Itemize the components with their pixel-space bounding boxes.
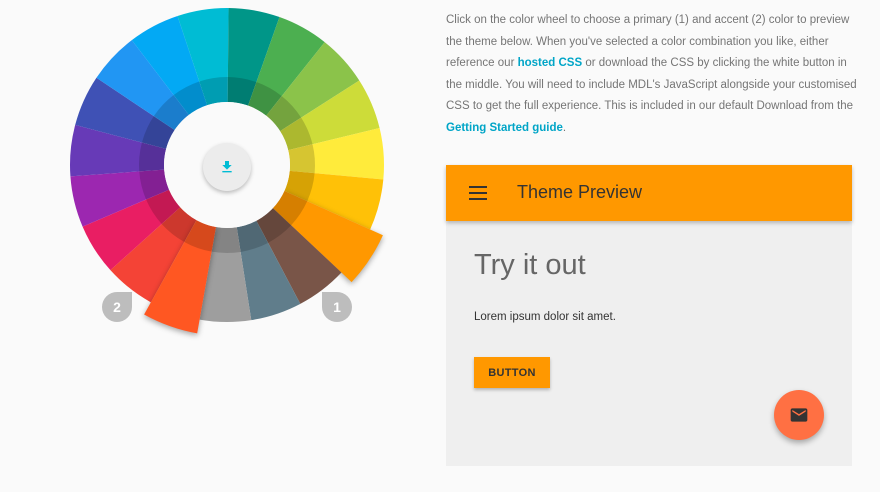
getting-started-link[interactable]: Getting Started guide — [446, 122, 563, 134]
hosted-css-link[interactable]: hosted CSS — [518, 57, 583, 69]
theme-preview-panel: Theme Preview Try it out Lorem ipsum dol… — [446, 165, 852, 466]
preview-header: Theme Preview — [446, 165, 852, 221]
preview-title: Theme Preview — [517, 182, 643, 202]
primary-marker: 1 — [322, 292, 352, 322]
color-wheel-graphic — [70, 8, 384, 334]
download-icon — [222, 161, 232, 173]
mail-fab-button[interactable] — [774, 390, 824, 440]
menu-icon[interactable] — [469, 186, 487, 200]
preview-body-text: Lorem ipsum dolor sit amet. — [474, 311, 616, 323]
accent-marker: 2 — [102, 292, 132, 322]
intro-text: . — [562, 121, 567, 134]
preview-button[interactable]: BUTTON — [474, 357, 550, 388]
download-css-button[interactable] — [203, 143, 251, 191]
preview-heading: Try it out — [474, 249, 586, 281]
color-wheel: 2 1 — [0, 0, 440, 492]
intro-paragraph: Click on the color wheel to choose a pri… — [446, 10, 862, 139]
mail-icon — [790, 408, 808, 422]
